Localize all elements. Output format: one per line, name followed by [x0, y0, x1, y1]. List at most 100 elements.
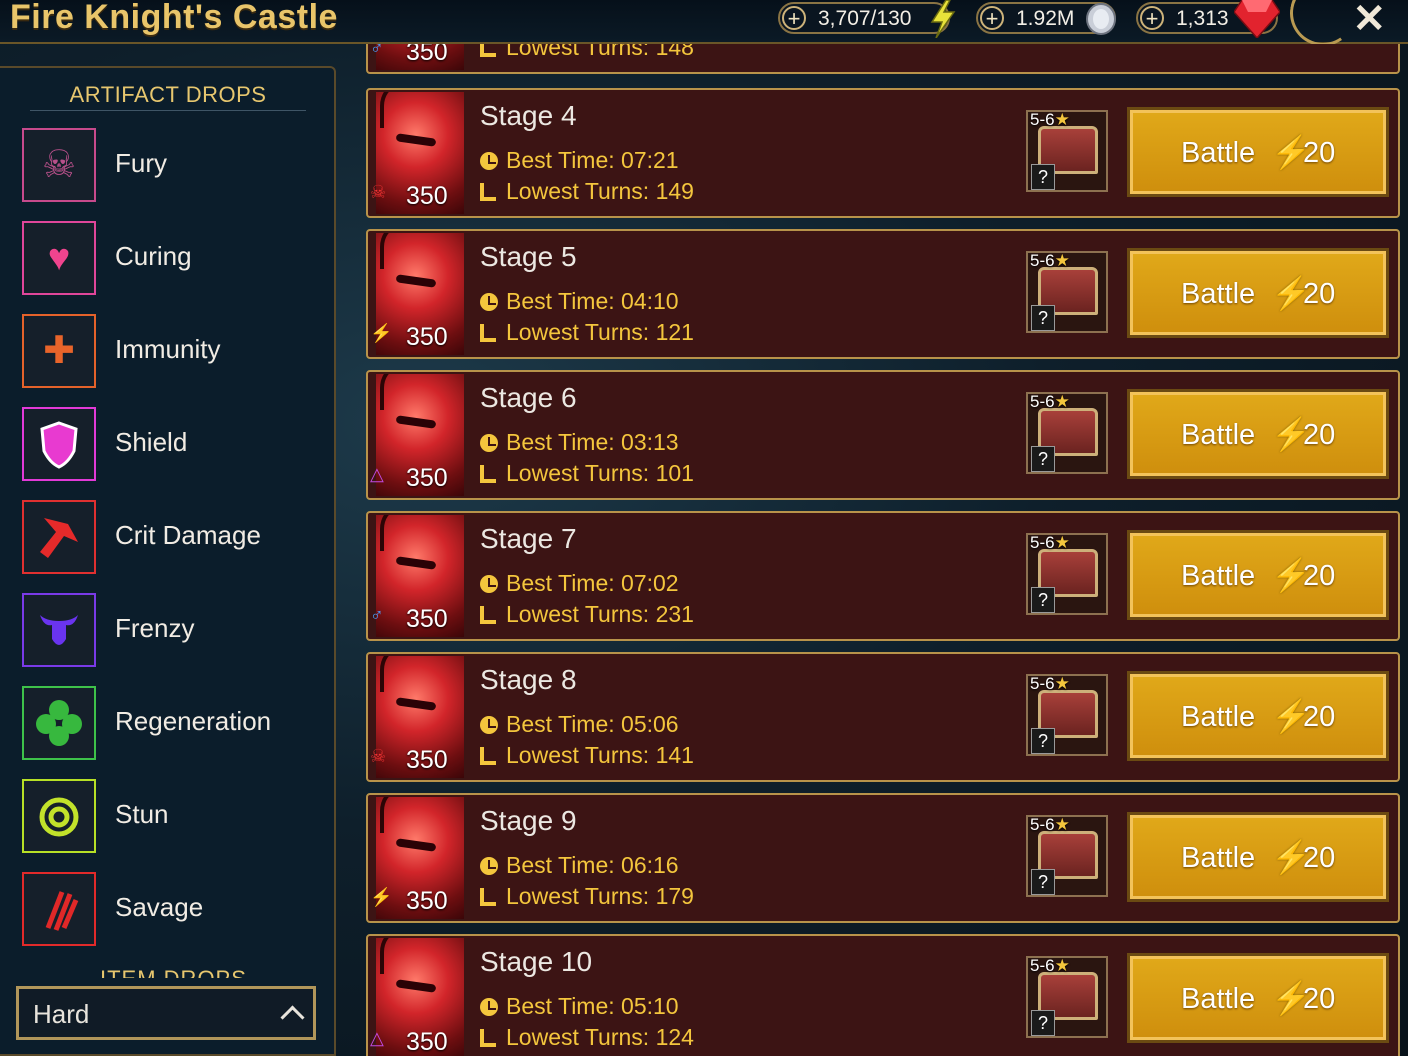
- boss-level: 350: [406, 182, 448, 210]
- turns-icon: [480, 44, 496, 57]
- stage-row-partial[interactable]: ♂ 350 Lowest Turns: 148: [366, 44, 1400, 74]
- battle-button[interactable]: Battle ⚡ 20: [1130, 956, 1386, 1040]
- stage-row[interactable]: ⚡ 350 Stage 9 Best Time: 06:16 Lowest Tu…: [366, 793, 1400, 923]
- reward-chest-icon[interactable]: 5-6★?: [1026, 956, 1108, 1038]
- clock-icon: [480, 716, 498, 734]
- shield-icon: [22, 407, 96, 481]
- reward-chest-icon[interactable]: 5-6★?: [1026, 110, 1108, 192]
- unknown-reward-icon: ?: [1031, 1010, 1055, 1036]
- best-time: Best Time: 04:10: [480, 288, 679, 315]
- spirit-affinity-icon: ⚡: [370, 887, 393, 907]
- boss-level: 350: [406, 464, 448, 492]
- best-time: Best Time: 05:10: [480, 993, 679, 1020]
- boss-level: 350: [406, 1028, 448, 1056]
- axe-icon: [22, 500, 96, 574]
- lowest-turns: Lowest Turns: 148: [480, 44, 694, 61]
- set-curing[interactable]: ♥ Curing: [22, 221, 322, 297]
- stage-row[interactable]: ♂ 350 Stage 7 Best Time: 07:02 Lowest Tu…: [366, 511, 1400, 641]
- set-label: Curing: [115, 241, 192, 271]
- lowest-turns: Lowest Turns: 149: [480, 178, 694, 205]
- chevron-up-icon: [280, 1005, 305, 1030]
- battle-button[interactable]: Battle ⚡ 20: [1130, 251, 1386, 335]
- boss-level: 350: [406, 44, 448, 66]
- turns-icon: [480, 183, 496, 201]
- unknown-reward-icon: ?: [1031, 164, 1055, 190]
- set-shield[interactable]: Shield: [22, 407, 322, 483]
- set-label: Immunity: [115, 334, 221, 364]
- stage-row[interactable]: ☠ 350 Stage 8 Best Time: 05:06 Lowest Tu…: [366, 652, 1400, 782]
- lowest-turns: Lowest Turns: 101: [480, 460, 694, 487]
- energy-value: 3,707/130: [818, 7, 912, 30]
- close-icon[interactable]: ✕: [1352, 0, 1386, 42]
- set-label: Savage: [115, 892, 204, 922]
- set-label: Stun: [115, 799, 169, 829]
- magic-affinity-icon: ♂: [370, 605, 384, 625]
- item-drops-title: ITEM DROPS: [100, 964, 247, 978]
- set-fury[interactable]: ☠ Fury: [22, 128, 322, 204]
- silver-counter[interactable]: + 1.92M: [976, 2, 1116, 35]
- stage-row[interactable]: ⚡ 350 Stage 5 Best Time: 04:10 Lowest Tu…: [366, 229, 1400, 359]
- silver-coin-icon: [1086, 3, 1116, 35]
- turns-icon: [480, 747, 496, 765]
- reward-chest-icon[interactable]: 5-6★?: [1026, 251, 1108, 333]
- set-crit-damage[interactable]: Crit Damage: [22, 500, 322, 576]
- add-energy-button[interactable]: +: [782, 6, 806, 30]
- reward-chest-icon[interactable]: 5-6★?: [1026, 533, 1108, 615]
- set-frenzy[interactable]: Frenzy: [22, 593, 322, 669]
- gems-counter[interactable]: + 1,313: [1136, 0, 1280, 38]
- lowest-turns: Lowest Turns: 179: [480, 883, 694, 910]
- boss-level: 350: [406, 323, 448, 351]
- reward-chest-icon[interactable]: 5-6★?: [1026, 392, 1108, 474]
- clock-icon: [480, 998, 498, 1016]
- magic-affinity-icon: ♂: [370, 44, 384, 58]
- drops-sidebar: ARTIFACT DROPS ☠ Fury ♥ Curing ✚ Immunit…: [0, 66, 336, 1056]
- artifact-drops-title: ARTIFACT DROPS: [69, 82, 267, 107]
- set-label: Regeneration: [115, 706, 272, 736]
- claw-icon: [22, 872, 96, 946]
- reward-chest-icon[interactable]: 5-6★?: [1026, 815, 1108, 897]
- clock-icon: [480, 293, 498, 311]
- top-bar: Fire Knight's Castle + 3,707/130 + 1.92M…: [0, 0, 1408, 52]
- turns-icon: [480, 888, 496, 906]
- battle-button[interactable]: Battle ⚡ 20: [1130, 674, 1386, 758]
- battle-button[interactable]: Battle ⚡ 20: [1130, 392, 1386, 476]
- void-affinity-icon: △: [370, 464, 384, 484]
- difficulty-select[interactable]: Hard: [16, 986, 316, 1040]
- unknown-reward-icon: ?: [1031, 869, 1055, 895]
- reward-chest-icon[interactable]: 5-6★?: [1026, 674, 1108, 756]
- best-time: Best Time: 03:13: [480, 429, 679, 456]
- stage-title: Stage 6: [480, 382, 577, 413]
- add-silver-button[interactable]: +: [980, 6, 1004, 30]
- stage-title: Stage 8: [480, 664, 577, 695]
- stage-title: Stage 7: [480, 523, 577, 554]
- heart-plus-icon: ♥: [22, 221, 96, 295]
- ruby-gem-icon: [1234, 0, 1280, 38]
- stage-row[interactable]: △ 350 Stage 10 Best Time: 05:10 Lowest T…: [366, 934, 1400, 1056]
- battle-button[interactable]: Battle ⚡ 20: [1130, 533, 1386, 617]
- set-stun[interactable]: Stun: [22, 779, 322, 855]
- difficulty-value: Hard: [33, 999, 90, 1029]
- best-time: Best Time: 05:06: [480, 711, 679, 738]
- lowest-turns: Lowest Turns: 231: [480, 601, 694, 628]
- battle-button[interactable]: Battle ⚡ 20: [1130, 815, 1386, 899]
- energy-bolt-icon: [930, 0, 956, 38]
- stage-title: Stage 9: [480, 805, 577, 836]
- unknown-reward-icon: ?: [1031, 587, 1055, 613]
- set-immunity[interactable]: ✚ Immunity: [22, 314, 322, 390]
- demon-skull-icon: ☠: [22, 128, 96, 202]
- add-gems-button[interactable]: +: [1140, 6, 1164, 30]
- stage-row[interactable]: ☠ 350 Stage 4 Best Time: 07:21 Lowest Tu…: [366, 88, 1400, 218]
- stage-row[interactable]: △ 350 Stage 6 Best Time: 03:13 Lowest Tu…: [366, 370, 1400, 500]
- best-time: Best Time: 06:16: [480, 852, 679, 879]
- battle-button[interactable]: Battle ⚡ 20: [1130, 110, 1386, 194]
- best-time: Best Time: 07:21: [480, 147, 679, 174]
- energy-counter[interactable]: + 3,707/130: [778, 0, 956, 38]
- set-savage[interactable]: Savage: [22, 872, 322, 948]
- set-regeneration[interactable]: Regeneration: [22, 686, 322, 762]
- stage-title: Stage 5: [480, 241, 577, 272]
- stage-list[interactable]: ♂ 350 Lowest Turns: 148 ☠ 350 Stage 4 Be…: [364, 44, 1408, 1056]
- force-affinity-icon: ☠: [370, 182, 387, 202]
- bull-icon: [22, 593, 96, 667]
- set-label: Shield: [115, 427, 188, 457]
- void-affinity-icon: △: [370, 1028, 384, 1048]
